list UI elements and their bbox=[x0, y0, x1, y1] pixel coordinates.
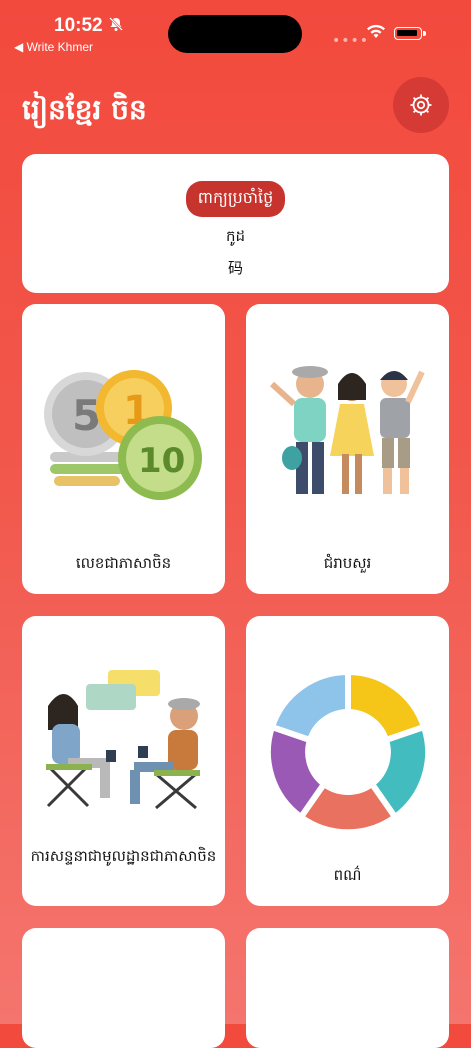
battery-icon bbox=[394, 27, 426, 40]
wifi-icon bbox=[366, 24, 386, 44]
signal-dots-icon: •••• bbox=[332, 33, 370, 49]
category-card-5[interactable] bbox=[22, 928, 225, 1048]
daily-phrase-card[interactable]: ពាក្យប្រចាំថ្ងៃ កូដ 码 bbox=[22, 154, 449, 293]
category-card-colors[interactable]: ពណ៌ bbox=[246, 616, 449, 906]
status-time: 10:52 bbox=[54, 15, 103, 36]
category-card-greetings[interactable]: ជំរាបសួរ bbox=[246, 304, 449, 594]
app-title: រៀនខ្មែរ ចិន bbox=[22, 93, 147, 126]
category-card-conversation[interactable]: ការសន្ទនាជាមូលដ្ឋានជាភាសាចិន bbox=[22, 616, 225, 906]
conversation-illustration bbox=[46, 670, 200, 810]
silent-bell-icon bbox=[108, 16, 124, 36]
category-label: ការសន្ទនាជាមូលដ្ឋានជាភាសាចិន bbox=[30, 847, 217, 865]
svg-text:10: 10 bbox=[138, 441, 185, 481]
color-wheel-illustration bbox=[268, 672, 428, 832]
chinese-word: 码 bbox=[227, 259, 243, 277]
settings-button[interactable] bbox=[393, 77, 449, 133]
category-label: ពណ៌ bbox=[333, 866, 362, 884]
daily-phrase-badge: ពាក្យប្រចាំថ្ងៃ bbox=[185, 181, 286, 217]
greeting-people-illustration bbox=[269, 366, 425, 494]
gear-icon bbox=[410, 94, 432, 116]
dynamic-island bbox=[168, 15, 302, 53]
coins-illustration: 5 1 10 bbox=[44, 370, 202, 500]
category-card-6[interactable] bbox=[246, 928, 449, 1048]
status-bar: 10:52 ◀ Write Khmer •••• bbox=[0, 0, 471, 60]
category-label: លេខជាភាសាចិន bbox=[75, 554, 172, 572]
category-card-numbers[interactable]: 5 1 10 លេខជាភាសាចិន bbox=[22, 304, 225, 594]
back-to-app-link[interactable]: ◀ Write Khmer bbox=[14, 40, 93, 54]
khmer-word: កូដ bbox=[225, 227, 246, 245]
category-label: ជំរាបសួរ bbox=[323, 554, 372, 572]
